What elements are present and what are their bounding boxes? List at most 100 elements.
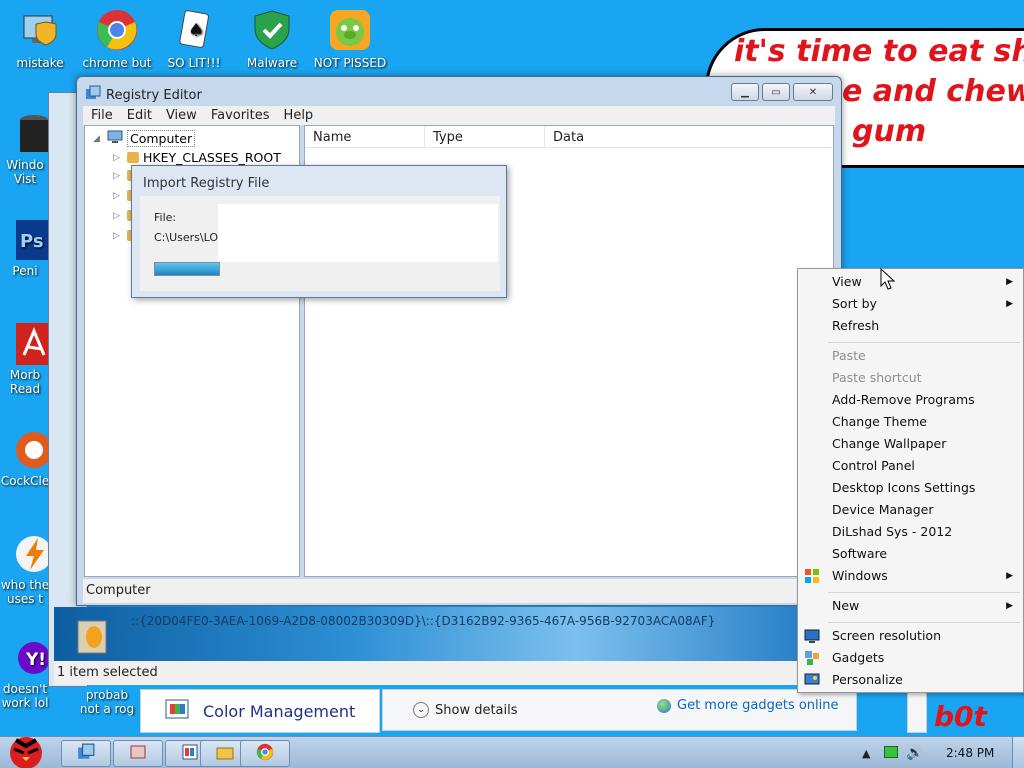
desktop[interactable]: { "desktop_icons_top": [ {"label": "mist… (0, 0, 1024, 768)
chrome-icon (256, 743, 274, 765)
color-management-item[interactable]: Color Management (140, 689, 380, 733)
dialog-title: Import Registry File (143, 176, 270, 191)
meme-line-1: it's time to eat shit (734, 34, 1024, 69)
file-path: C:\Users\LOL (154, 231, 225, 244)
menu-item-change-theme[interactable]: Change Theme (798, 411, 1023, 433)
solitaire-icon: ♠ (170, 6, 218, 54)
chevron-down-icon: ⌄ (413, 702, 429, 718)
minimize-button[interactable]: ▁ (731, 83, 759, 101)
import-registry-dialog[interactable]: Import Registry File File: C:\Users\LOL (131, 165, 507, 298)
get-more-gadgets-link[interactable]: Get more gadgets online (657, 698, 838, 713)
menu-item-label: Device Manager (832, 502, 934, 517)
color-management-icon (163, 694, 193, 728)
expand-arrow-icon[interactable]: ▷ (113, 231, 123, 241)
taskbar-chrome[interactable] (240, 740, 290, 767)
show-details-label: Show details (435, 702, 518, 718)
menu-item-label: Personalize (832, 672, 903, 687)
menu-file[interactable]: File (91, 108, 113, 123)
menu-item-gadgets[interactable]: Gadgets (798, 647, 1023, 669)
menu-edit[interactable]: Edit (127, 108, 152, 123)
desktop-icon-ccleaner[interactable]: CockCle (0, 428, 52, 488)
menu-item-label: Refresh (832, 318, 880, 333)
expand-arrow-icon[interactable]: ▷ (113, 191, 123, 201)
menu-item-label: DiLshad Sys - 2012 (832, 524, 953, 539)
desktop-context-menu[interactable]: View ▶ Sort by ▶ Refresh Paste Paste short… (797, 268, 1024, 693)
desktop-icon-acrobat[interactable]: Morb Read (0, 322, 52, 396)
menu-item-device-manager[interactable]: Device Manager (798, 499, 1023, 521)
personalize-icon (804, 672, 820, 688)
menu-item-dilshad-sys[interactable]: DiLshad Sys - 2012 (798, 521, 1023, 543)
taskbar-registry-editor[interactable] (61, 740, 111, 767)
column-name[interactable]: Name (305, 126, 425, 147)
menu-item-paste-shortcut[interactable]: Paste shortcut (798, 367, 1023, 389)
desktop-icon-label: CockCle (0, 474, 50, 488)
show-details-button[interactable]: ⌄ Show details (413, 702, 518, 718)
registry-icon (77, 743, 95, 765)
menu-item-add-remove-programs[interactable]: Add-Remove Programs (798, 389, 1023, 411)
desktop-icon-yahoo[interactable]: Y! doesn't work lol (0, 636, 50, 710)
menu-help[interactable]: Help (284, 108, 314, 123)
chrome-icon (93, 6, 141, 54)
meme-corner-text: b0t (934, 700, 987, 733)
desktop-icon-chrome[interactable]: chrome but (77, 6, 157, 70)
tray-expand-icon[interactable]: ▲ (862, 747, 870, 760)
scroll-edge (907, 689, 927, 733)
volume-icon[interactable]: 🔊 (906, 745, 923, 761)
svg-text:Ps: Ps (20, 231, 44, 252)
desktop-icon-not-pissed[interactable]: NOT PISSED (310, 6, 390, 70)
menu-item-windows[interactable]: Windows ▶ (798, 565, 1023, 587)
desktop-icon-photoshop[interactable]: Ps Peni (0, 218, 52, 278)
address-path: ::{20D04FE0-3AEA-1069-A2D8-08002B30309D}… (131, 614, 716, 628)
file-label: File: (154, 211, 177, 224)
menu-item-view[interactable]: View ▶ (798, 271, 1023, 293)
tree-item-computer[interactable]: ◢ Computer (93, 130, 196, 147)
taskbar-app[interactable] (113, 740, 163, 767)
desktop-icon-solitaire[interactable]: ♠ SO LIT!!! (154, 6, 234, 70)
folder-icon (127, 152, 139, 163)
computer-shield-icon (16, 6, 64, 54)
tree-item-hkey-classes-root[interactable]: ▷ HKEY_CLASSES_ROOT (113, 150, 281, 165)
registry-editor-window[interactable]: Registry Editor ▁ ▭ ✕ File Edit View Fav… (76, 76, 842, 606)
column-type[interactable]: Type (425, 126, 545, 147)
desktop-icon-label: Peni (12, 264, 38, 278)
expand-arrow-icon[interactable]: ▷ (113, 171, 123, 181)
desktop-icon-malware[interactable]: Malware (232, 6, 312, 70)
expand-arrow-icon[interactable]: ▷ (113, 211, 123, 221)
meme-line-3: gum (852, 114, 927, 149)
desktop-icon-mistake[interactable]: mistake (0, 6, 80, 70)
desktop-icon-windows-vista[interactable]: Windo Vist (0, 112, 50, 186)
menu-item-refresh[interactable]: Refresh (798, 315, 1023, 337)
clock[interactable]: 2:48 PM (946, 746, 994, 760)
submenu-arrow-icon: ▶ (1006, 277, 1013, 287)
menu-item-screen-resolution[interactable]: Screen resolution (798, 625, 1023, 647)
desktop-icon-winamp[interactable]: who the uses t (0, 532, 52, 606)
menu-favorites[interactable]: Favorites (211, 108, 270, 123)
battery-icon[interactable] (884, 746, 898, 758)
start-button[interactable] (2, 731, 50, 768)
menu-item-paste[interactable]: Paste (798, 345, 1023, 367)
menu-item-change-wallpaper[interactable]: Change Wallpaper (798, 433, 1023, 455)
desktop-icon-label: Malware (246, 56, 298, 70)
menu-separator (828, 592, 1020, 593)
maximize-button[interactable]: ▭ (762, 83, 790, 101)
menu-item-label: Gadgets (832, 650, 885, 665)
menu-item-control-panel[interactable]: Control Panel (798, 455, 1023, 477)
close-button[interactable]: ✕ (793, 83, 833, 101)
render-glitch-patch (218, 204, 498, 262)
menu-item-desktop-icons-settings[interactable]: Desktop Icons Settings (798, 477, 1023, 499)
show-desktop-button[interactable] (1012, 737, 1024, 768)
submenu-arrow-icon: ▶ (1006, 299, 1013, 309)
svg-text:♠: ♠ (188, 20, 204, 41)
menu-item-new[interactable]: New ▶ (798, 595, 1023, 617)
menu-item-personalize[interactable]: Personalize (798, 669, 1023, 691)
desktop-icon-probably-not-a-rogue[interactable]: probab not a rog (72, 688, 142, 716)
column-data[interactable]: Data (545, 126, 833, 147)
expand-arrow-icon[interactable]: ▷ (113, 153, 123, 163)
menu-item-software[interactable]: Software (798, 543, 1023, 565)
desktop-icon-label: chrome but (82, 56, 152, 70)
collapse-arrow-icon[interactable]: ◢ (93, 134, 103, 144)
menu-item-label: Paste (832, 348, 866, 363)
window-title: Registry Editor (85, 85, 202, 105)
menu-item-sort-by[interactable]: Sort by ▶ (798, 293, 1023, 315)
menu-view[interactable]: View (166, 108, 197, 123)
